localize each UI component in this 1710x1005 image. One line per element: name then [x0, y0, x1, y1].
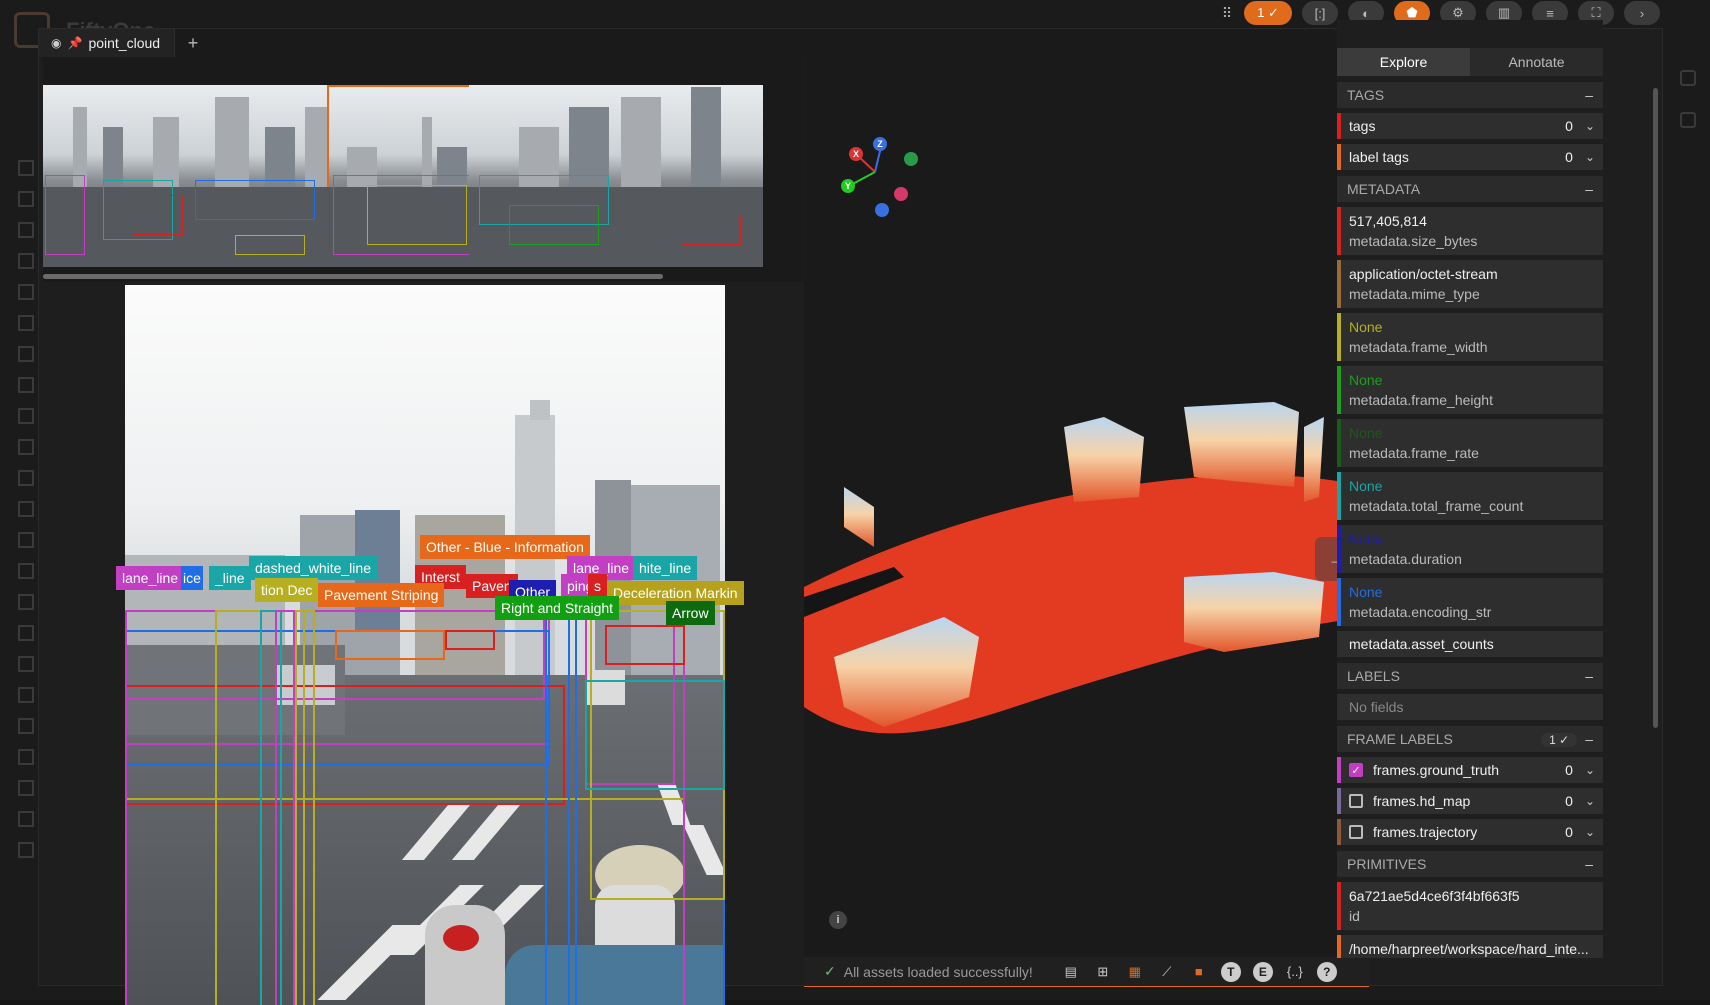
metadata-field[interactable]: None metadata.frame_width [1337, 313, 1603, 361]
camera-icon: ◉ [51, 36, 62, 50]
metadata-field[interactable]: None metadata.total_frame_count [1337, 472, 1603, 520]
camera-image[interactable] [125, 285, 725, 1005]
chevron-down-icon: ⌄ [1584, 150, 1595, 164]
checkbox-checked[interactable]: ✓ [1349, 763, 1363, 777]
tags-row[interactable]: tags 0 ⌄ [1337, 113, 1603, 139]
sidebar: Explore Annotate TAGS – tags 0 ⌄ label tag… [1337, 20, 1603, 958]
crop-icon[interactable]: [:] [1302, 1, 1338, 25]
asset-counts-field[interactable]: metadata.asset_counts [1337, 631, 1603, 657]
viewer-tools: ▤ ⊞ ▦ ⟋ ■ T E {..} ? [1061, 961, 1337, 982]
label-tags-row[interactable]: label tags 0 ⌄ [1337, 144, 1603, 170]
labels-section-header[interactable]: LABELS – [1337, 663, 1603, 689]
minimize-icon: – [1585, 731, 1593, 747]
sidebar-scrollbar[interactable] [1653, 88, 1658, 728]
annotation-label[interactable]: Pavement Striping [318, 583, 445, 607]
chevron-right-icon[interactable]: › [1624, 1, 1660, 25]
annotation-label[interactable]: ice [181, 566, 203, 590]
frame-labels-badge: 1 ✓ [1541, 733, 1578, 747]
metadata-field[interactable]: None metadata.frame_height [1337, 366, 1603, 414]
point-cloud-viewer[interactable]: X Z Y → i [804, 57, 1369, 987]
annotation-label[interactable]: Other - Blue - Information [420, 535, 590, 559]
top-view-icon[interactable]: T [1220, 961, 1241, 982]
json-icon[interactable]: {..} [1285, 962, 1305, 982]
frame-label-hd-map[interactable]: frames.hd_map 0 ⌄ [1337, 788, 1603, 814]
carousel-thumbnail[interactable] [469, 85, 621, 267]
frame-label-ground-truth[interactable]: ✓ frames.ground_truth 0 ⌄ [1337, 757, 1603, 783]
minimize-icon: – [1585, 856, 1593, 872]
selected-count-button[interactable]: 1 ✓ [1244, 1, 1292, 25]
metadata-field[interactable]: application/octet-stream metadata.mime_ty… [1337, 260, 1603, 308]
annotation-label[interactable]: tion Dec [255, 578, 319, 602]
metadata-field[interactable]: None metadata.encoding_str [1337, 578, 1603, 626]
tab-annotate[interactable]: Annotate [1470, 48, 1603, 76]
annotation-label[interactable]: Arrow [666, 601, 715, 625]
minimize-icon: – [1585, 181, 1593, 197]
check-icon: ✓ [824, 963, 836, 979]
carousel-scrollbar[interactable] [43, 274, 663, 279]
metadata-field[interactable]: 517,405,814 metadata.size_bytes [1337, 207, 1603, 255]
tab-explore[interactable]: Explore [1337, 48, 1470, 76]
status-bar: ✓ All assets loaded successfully! ▤ ⊞ ▦ … [804, 957, 1369, 987]
carousel-thumbnail[interactable] [611, 85, 763, 267]
add-tab-button[interactable]: + [175, 29, 211, 57]
tab-point-cloud[interactable]: ◉ 📌 point_cloud [39, 29, 176, 57]
primitive-field[interactable]: 6a721ae5d4ce6f3f4bf663f5 id [1337, 882, 1603, 930]
grid-icon[interactable]: ▦ [1125, 962, 1145, 982]
info-icon[interactable]: i [829, 911, 847, 929]
carousel-thumbnail[interactable] [43, 85, 195, 267]
tags-section-header[interactable]: TAGS – [1337, 82, 1603, 108]
chevron-down-icon: ⌄ [1584, 763, 1595, 777]
hierarchy-icon[interactable]: ⊞ [1093, 962, 1113, 982]
comment-icon[interactable]: ▤ [1061, 962, 1081, 982]
annotation-label[interactable]: s [588, 574, 607, 598]
metadata-field[interactable]: None metadata.frame_rate [1337, 419, 1603, 467]
minimize-icon: – [1585, 668, 1593, 684]
background-right-icons [1680, 70, 1704, 154]
annotation-label[interactable]: _line [209, 566, 251, 590]
primitives-section-header[interactable]: PRIMITIVES – [1337, 851, 1603, 877]
image-viewer: Other - Blue - Information dashed_white_… [43, 283, 803, 1005]
chevron-down-icon: ⌄ [1584, 119, 1595, 133]
annotation-label[interactable]: Right and Straight [495, 596, 620, 620]
no-fields-text: No fields [1337, 694, 1603, 720]
status-message: All assets loaded successfully! [843, 963, 1033, 980]
checkbox[interactable] [1349, 825, 1363, 839]
annotation-label[interactable]: hite_line [633, 556, 698, 580]
chevron-down-icon: ⌄ [1584, 825, 1595, 839]
polyline-icon[interactable]: ⟋ [1157, 962, 1177, 982]
image-carousel [43, 57, 803, 282]
pin-icon: 📌 [67, 36, 83, 50]
checkbox[interactable] [1349, 794, 1363, 808]
metadata-section-header[interactable]: METADATA – [1337, 176, 1603, 202]
primitive-field[interactable]: /home/harpreet/workspace/hard_inte...fil… [1337, 935, 1603, 958]
video-camera-icon[interactable]: ■ [1189, 962, 1209, 982]
tab-label: point_cloud [88, 35, 161, 51]
frame-labels-section-header[interactable]: FRAME LABELS 1 ✓ – [1337, 726, 1603, 752]
annotation-label[interactable]: dashed_white_line [249, 556, 377, 580]
ego-view-icon[interactable]: E [1252, 961, 1273, 982]
metadata-field[interactable]: None metadata.duration [1337, 525, 1603, 573]
carousel-thumbnail[interactable] [185, 85, 337, 267]
annotation-label[interactable]: lane_line [116, 566, 185, 590]
point-cloud-render [804, 402, 1369, 734]
tab-strip: ◉ 📌 point_cloud + [39, 29, 1364, 57]
drag-grip-icon[interactable]: ⠿ [1220, 1, 1234, 25]
carousel-thumbnail-selected[interactable] [327, 85, 479, 267]
frame-label-trajectory[interactable]: frames.trajectory 0 ⌄ [1337, 819, 1603, 845]
help-icon[interactable]: ? [1316, 961, 1337, 982]
chevron-down-icon: ⌄ [1584, 794, 1595, 808]
mode-tabs: Explore Annotate [1337, 48, 1603, 76]
minimize-icon: – [1585, 87, 1593, 103]
